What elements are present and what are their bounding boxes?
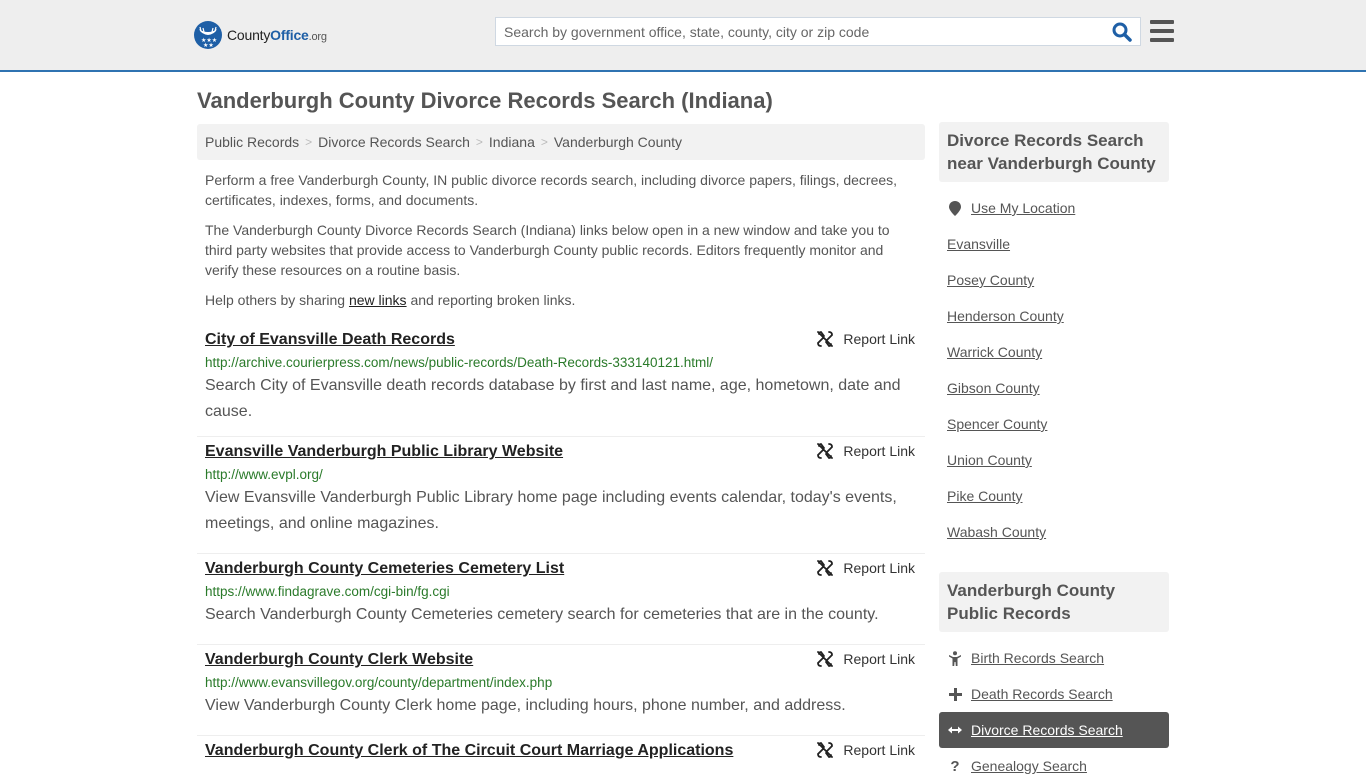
broken-link-icon	[817, 651, 834, 667]
report-link-button[interactable]: Report Link	[817, 651, 915, 667]
site-header: ★★★ ★★ CountyOffice.org	[0, 0, 1366, 72]
broken-link-icon	[817, 443, 834, 459]
nearby-item-gibson-county[interactable]: Gibson County	[939, 370, 1169, 406]
results-list: City of Evansville Death Records Report …	[197, 325, 925, 772]
nearby-item-pike-county[interactable]: Pike County	[939, 478, 1169, 514]
nearby-item-posey-county[interactable]: Posey County	[939, 262, 1169, 298]
breadcrumb-divorce-records-search[interactable]: Divorce Records Search	[318, 134, 470, 150]
result-item: Vanderburgh County Clerk of The Circuit …	[197, 736, 925, 772]
result-url: http://www.evansvillegov.org/county/depa…	[205, 675, 553, 690]
nearby-item-union-county[interactable]: Union County	[939, 442, 1169, 478]
disclaimer-paragraph: The Vanderburgh County Divorce Records S…	[205, 222, 890, 278]
nearby-item-spencer-county[interactable]: Spencer County	[939, 406, 1169, 442]
new-links-link[interactable]: new links	[349, 292, 407, 308]
breadcrumb: Public Records > Divorce Records Search …	[197, 124, 925, 160]
result-item: City of Evansville Death Records Report …	[197, 325, 925, 437]
breadcrumb-indiana[interactable]: Indiana	[489, 134, 535, 150]
site-logo[interactable]: ★★★ ★★ CountyOffice.org	[194, 20, 327, 50]
nearby-item-warrick-county[interactable]: Warrick County	[939, 334, 1169, 370]
report-link-button[interactable]: Report Link	[817, 443, 915, 459]
breadcrumb-separator: >	[540, 135, 548, 149]
result-title-link[interactable]: Vanderburgh County Clerk Website	[205, 649, 473, 671]
question-icon: ?	[950, 757, 960, 775]
sidebar-item-death-records[interactable]: Death Records Search	[939, 676, 1169, 712]
result-url: http://www.evpl.org/	[205, 467, 323, 482]
sidebar-item-birth-records[interactable]: Birth Records Search	[939, 640, 1169, 676]
use-my-location-link[interactable]: Use My Location	[939, 190, 1169, 226]
result-title-link[interactable]: Vanderburgh County Cemeteries Cemetery L…	[205, 558, 564, 580]
report-link-button[interactable]: Report Link	[817, 742, 915, 758]
eagle-logo-icon: ★★★ ★★	[194, 21, 222, 49]
sidebar-item-divorce-records[interactable]: Divorce Records Search	[939, 712, 1169, 748]
page-title: Vanderburgh County Divorce Records Searc…	[197, 88, 773, 113]
nearby-sidebar: Divorce Records Search near Vanderburgh …	[939, 122, 1169, 550]
report-link-button[interactable]: Report Link	[817, 331, 915, 347]
search-button[interactable]	[1112, 22, 1134, 42]
breadcrumb-separator: >	[475, 135, 483, 149]
broken-link-icon	[817, 331, 834, 347]
nearby-item-henderson-county[interactable]: Henderson County	[939, 298, 1169, 334]
search-icon	[1112, 22, 1132, 42]
broken-link-icon	[817, 560, 834, 576]
nearby-item-evansville[interactable]: Evansville	[939, 226, 1169, 262]
public-records-heading: Vanderburgh County Public Records	[939, 572, 1169, 632]
plus-icon	[947, 687, 963, 701]
broken-link-icon	[817, 742, 834, 758]
result-url: https://www.findagrave.com/cgi-bin/fg.cg…	[205, 584, 450, 599]
hamburger-menu-icon[interactable]	[1150, 20, 1174, 42]
breadcrumb-vanderburgh-county: Vanderburgh County	[553, 134, 683, 150]
nearby-list: Use My Location Evansville Posey County …	[939, 182, 1169, 550]
search-input[interactable]	[496, 18, 1106, 45]
breadcrumb-public-records[interactable]: Public Records	[205, 134, 299, 150]
arrows-horizontal-icon	[947, 725, 963, 735]
result-title-link[interactable]: City of Evansville Death Records	[205, 329, 455, 351]
public-records-list: Birth Records Search Death Records Searc…	[939, 632, 1169, 784]
logo-wordmark: CountyOffice.org	[227, 27, 327, 43]
nearby-heading: Divorce Records Search near Vanderburgh …	[939, 122, 1169, 182]
share-links-paragraph: Help others by sharing new links and rep…	[205, 292, 576, 308]
nearby-item-wabash-county[interactable]: Wabash County	[939, 514, 1169, 550]
result-title-link[interactable]: Vanderburgh County Clerk of The Circuit …	[205, 740, 733, 762]
result-item: Vanderburgh County Cemeteries Cemetery L…	[197, 554, 925, 645]
child-icon	[947, 650, 963, 666]
search-bar	[495, 17, 1141, 46]
report-link-button[interactable]: Report Link	[817, 560, 915, 576]
result-description: View Vanderburgh County Clerk home page,…	[205, 697, 846, 714]
public-records-sidebar: Vanderburgh County Public Records Birth …	[939, 572, 1169, 784]
sidebar-item-genealogy[interactable]: ? Genealogy Search	[939, 748, 1169, 784]
map-marker-icon	[947, 200, 963, 216]
result-description: Search Vanderburgh County Cemeteries cem…	[205, 606, 879, 623]
result-title-link[interactable]: Evansville Vanderburgh Public Library We…	[205, 441, 563, 463]
intro-paragraph: Perform a free Vanderburgh County, IN pu…	[205, 172, 898, 208]
result-url: http://archive.courierpress.com/news/pub…	[205, 355, 713, 370]
result-item: Evansville Vanderburgh Public Library We…	[197, 437, 925, 554]
result-item: Vanderburgh County Clerk Website Report …	[197, 645, 925, 736]
result-description: Search City of Evansville death records …	[205, 377, 901, 420]
result-description: View Evansville Vanderburgh Public Libra…	[205, 489, 897, 532]
svg-text:★★: ★★	[203, 42, 214, 49]
breadcrumb-separator: >	[305, 135, 313, 149]
